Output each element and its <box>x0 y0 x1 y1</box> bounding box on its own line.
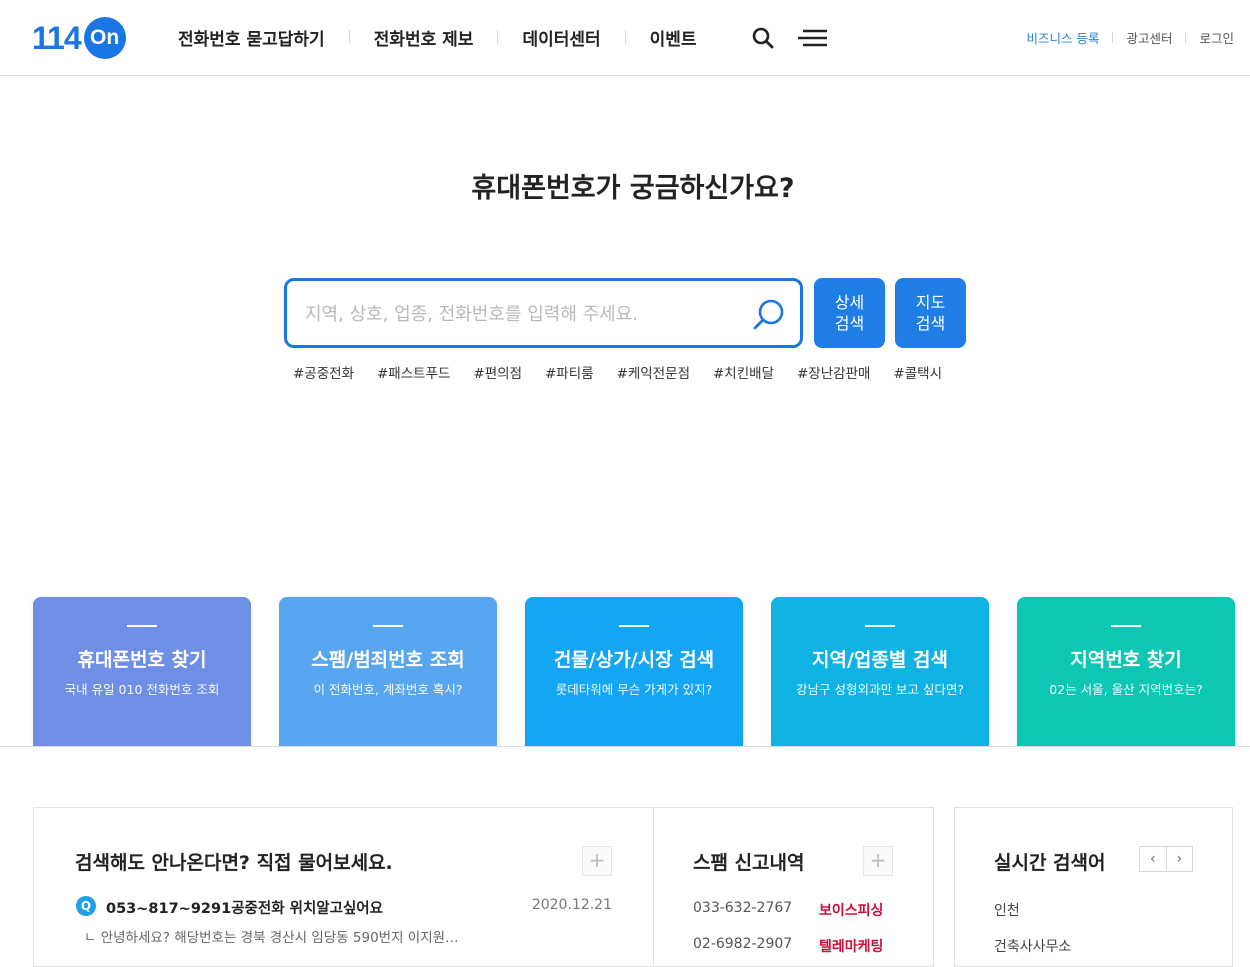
spam-panel: 스팸 신고내역 + 033-632-2767 보이스피싱 02-6982-290… <box>653 807 934 967</box>
card-accent-bar <box>373 625 403 627</box>
site-logo[interactable]: 114 On <box>32 17 126 59</box>
search-box <box>284 278 803 348</box>
hero-title: 휴대폰번호가 궁금하신가요? <box>471 173 795 204</box>
realtime-keyword[interactable]: 인천 <box>994 900 1020 920</box>
hashtag-link[interactable]: #패스트푸드 <box>377 362 450 382</box>
search-icon[interactable] <box>749 295 789 335</box>
card-subtitle: 국내 유일 010 전화번호 조회 <box>64 682 220 697</box>
nav-qa[interactable]: 전화번호 묻고답하기 <box>178 25 325 50</box>
hashtag-link[interactable]: #치킨배달 <box>713 362 774 382</box>
qa-question-row[interactable]: Q 053~817~9291공중전화 위치알고싶어요 2020.12.21 <box>76 896 612 918</box>
logo-on-badge: On <box>83 17 126 59</box>
chevron-left-icon[interactable]: ‹ <box>1140 847 1167 871</box>
search-input[interactable] <box>305 299 725 329</box>
search-icon[interactable] <box>751 26 775 50</box>
question-date: 2020.12.21 <box>531 897 612 913</box>
card-region-category-search[interactable]: 지역/업종별 검색 강남구 성형외과만 보고 싶다면? <box>771 597 989 746</box>
card-accent-bar <box>619 625 649 627</box>
util-divider <box>1112 32 1114 43</box>
spam-row[interactable]: 033-632-2767 보이스피싱 <box>693 900 903 919</box>
card-accent-bar <box>1111 625 1141 627</box>
hashtag-link[interactable]: #케익전문점 <box>617 362 690 382</box>
realtime-keyword[interactable]: 건축사사무소 <box>994 936 1071 956</box>
card-subtitle: 이 전화번호, 계좌번호 혹시? <box>313 682 463 697</box>
spam-type: 보이스피싱 <box>819 903 884 919</box>
spam-more-button[interactable]: + <box>863 846 893 876</box>
nav-divider <box>497 30 499 44</box>
nav-divider <box>348 30 350 44</box>
nav-data-center[interactable]: 데이터센터 <box>522 25 600 50</box>
hashtag-link[interactable]: #편의점 <box>473 362 522 382</box>
question-text: 053~817~9291공중전화 위치알고싶어요 <box>106 901 383 917</box>
detail-search-button[interactable]: 상세 검색 <box>814 278 885 348</box>
hashtag-link[interactable]: #장난감판매 <box>797 362 870 382</box>
card-title: 스팸/범죄번호 조회 <box>311 649 465 671</box>
ad-center-link[interactable]: 광고센터 <box>1126 28 1172 47</box>
nav-event[interactable]: 이벤트 <box>650 25 697 50</box>
detail-search-label: 상세 검색 <box>834 293 865 333</box>
card-subtitle: 02는 서울, 울산 지역번호는? <box>1049 682 1203 697</box>
map-search-label: 지도 검색 <box>915 293 946 333</box>
map-search-button[interactable]: 지도 검색 <box>895 278 966 348</box>
hashtag-link[interactable]: #콜택시 <box>893 362 942 382</box>
realtime-panel: 실시간 검색어 ‹ › 인천 건축사사무소 <box>954 807 1233 967</box>
card-subtitle: 강남구 성형외과만 보고 싶다면? <box>795 682 965 697</box>
spam-number: 02-6982-2907 <box>693 936 793 952</box>
card-area-code[interactable]: 지역번호 찾기 02는 서울, 울산 지역번호는? <box>1017 597 1235 746</box>
realtime-panel-title: 실시간 검색어 <box>994 852 1106 874</box>
logo-number: 114 <box>32 19 82 56</box>
realtime-pager: ‹ › <box>1139 846 1193 872</box>
spam-panel-title: 스팸 신고내역 <box>693 852 805 874</box>
nav-report[interactable]: 전화번호 제보 <box>374 25 474 50</box>
card-title: 휴대폰번호 찾기 <box>77 649 207 671</box>
business-register-link[interactable]: 비즈니스 등록 <box>1026 28 1099 47</box>
hashtag-list: #공중전화 #패스트푸드 #편의점 #파티룸 #케익전문점 #치킨배달 #장난감… <box>293 362 965 382</box>
card-subtitle: 롯데타워에 무슨 가게가 있지? <box>555 682 713 697</box>
card-building-search[interactable]: 건물/상가/시장 검색 롯데타워에 무슨 가게가 있지? <box>525 597 743 746</box>
qa-more-button[interactable]: + <box>582 846 612 876</box>
nav-divider <box>624 30 626 44</box>
card-title: 건물/상가/시장 검색 <box>553 649 715 671</box>
chevron-right-icon[interactable]: › <box>1167 847 1193 871</box>
card-accent-bar <box>127 625 157 627</box>
card-spam-lookup[interactable]: 스팸/범죄번호 조회 이 전화번호, 계좌번호 혹시? <box>279 597 497 746</box>
card-title: 지역/업종별 검색 <box>812 649 948 671</box>
main-nav: 전화번호 묻고답하기 전화번호 제보 데이터센터 이벤트 <box>178 25 697 50</box>
card-title: 지역번호 찾기 <box>1070 649 1182 671</box>
site-header: 114 On 전화번호 묻고답하기 전화번호 제보 데이터센터 이벤트 비즈니스… <box>0 0 1250 76</box>
utility-links: 비즈니스 등록 광고센터 로그인 <box>1026 28 1234 47</box>
login-link[interactable]: 로그인 <box>1199 28 1234 47</box>
section-divider <box>0 746 1250 747</box>
spam-row[interactable]: 02-6982-2907 텔레마케팅 <box>693 936 903 955</box>
card-accent-bar <box>865 625 895 627</box>
hashtag-link[interactable]: #공중전화 <box>293 362 354 382</box>
hashtag-link[interactable]: #파티룸 <box>545 362 594 382</box>
qa-panel: 검색해도 안나온다면? 직접 물어보세요. + Q 053~817~9291공중… <box>33 807 654 967</box>
qa-panel-title: 검색해도 안나온다면? 직접 물어보세요. <box>75 852 393 874</box>
answer-preview[interactable]: ㄴ 안녕하세요? 해당번호는 경북 경산시 임당동 590번지 이지원… <box>84 926 459 946</box>
util-divider <box>1185 32 1187 43</box>
spam-number: 033-632-2767 <box>693 900 793 916</box>
hamburger-menu-icon[interactable] <box>797 28 829 48</box>
spam-type: 텔레마케팅 <box>819 939 884 955</box>
card-mobile-number[interactable]: 휴대폰번호 찾기 국내 유일 010 전화번호 조회 <box>33 597 251 746</box>
question-badge: Q <box>76 896 96 916</box>
